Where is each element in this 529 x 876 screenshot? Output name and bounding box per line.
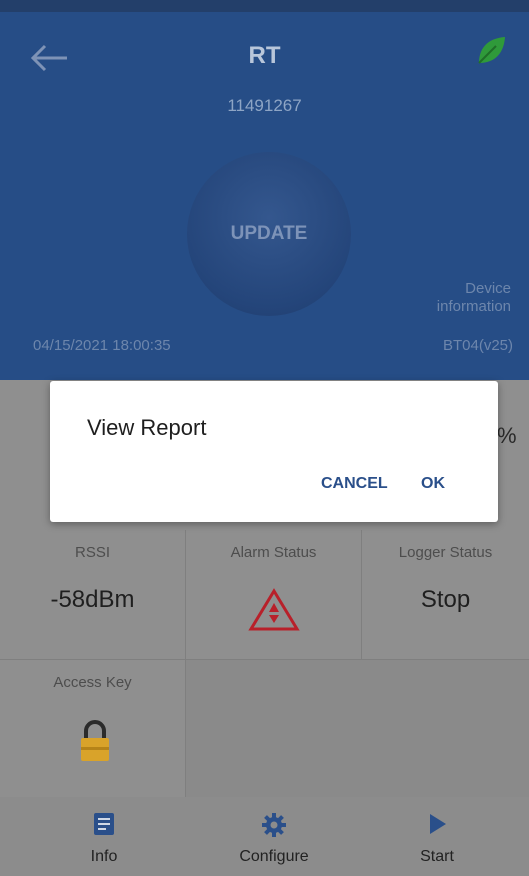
nav-start[interactable]: Start bbox=[349, 797, 525, 876]
cancel-button[interactable]: CANCEL bbox=[321, 475, 388, 493]
nav-start-label: Start bbox=[420, 848, 454, 865]
ok-button[interactable]: OK bbox=[421, 475, 445, 493]
nav-info-label: Info bbox=[90, 848, 118, 865]
access-key-cell[interactable]: Access Key bbox=[0, 660, 186, 797]
view-report-dialog: View Report CANCEL OK bbox=[50, 381, 498, 522]
logger-status-value: Stop bbox=[420, 586, 471, 613]
play-icon bbox=[430, 814, 446, 834]
access-key-label: Access Key bbox=[53, 674, 132, 691]
rssi-cell: RSSI -58dBm bbox=[0, 530, 186, 660]
logger-status-label: Logger Status bbox=[398, 544, 493, 561]
empty-cell bbox=[186, 660, 529, 797]
alarm-status-label: Alarm Status bbox=[230, 544, 317, 561]
nav-configure[interactable]: Configure bbox=[186, 797, 362, 876]
nav-configure-label: Configure bbox=[239, 848, 309, 865]
rssi-value: -58dBm bbox=[50, 586, 135, 613]
nav-info[interactable]: Info bbox=[16, 797, 192, 876]
alarm-status-cell: Alarm Status bbox=[186, 530, 362, 660]
modal-scrim[interactable] bbox=[0, 0, 529, 380]
dialog-title: View Report bbox=[87, 415, 207, 440]
padlock-icon bbox=[78, 718, 112, 769]
rssi-label: RSSI bbox=[74, 544, 110, 561]
info-document-icon bbox=[94, 813, 114, 835]
percent-suffix: % bbox=[497, 423, 517, 448]
bottom-navigation: Info Configure Start bbox=[0, 797, 529, 876]
logger-status-cell: Logger Status Stop bbox=[362, 530, 529, 660]
alarm-triangle-icon bbox=[248, 588, 300, 637]
gear-icon bbox=[262, 813, 286, 837]
